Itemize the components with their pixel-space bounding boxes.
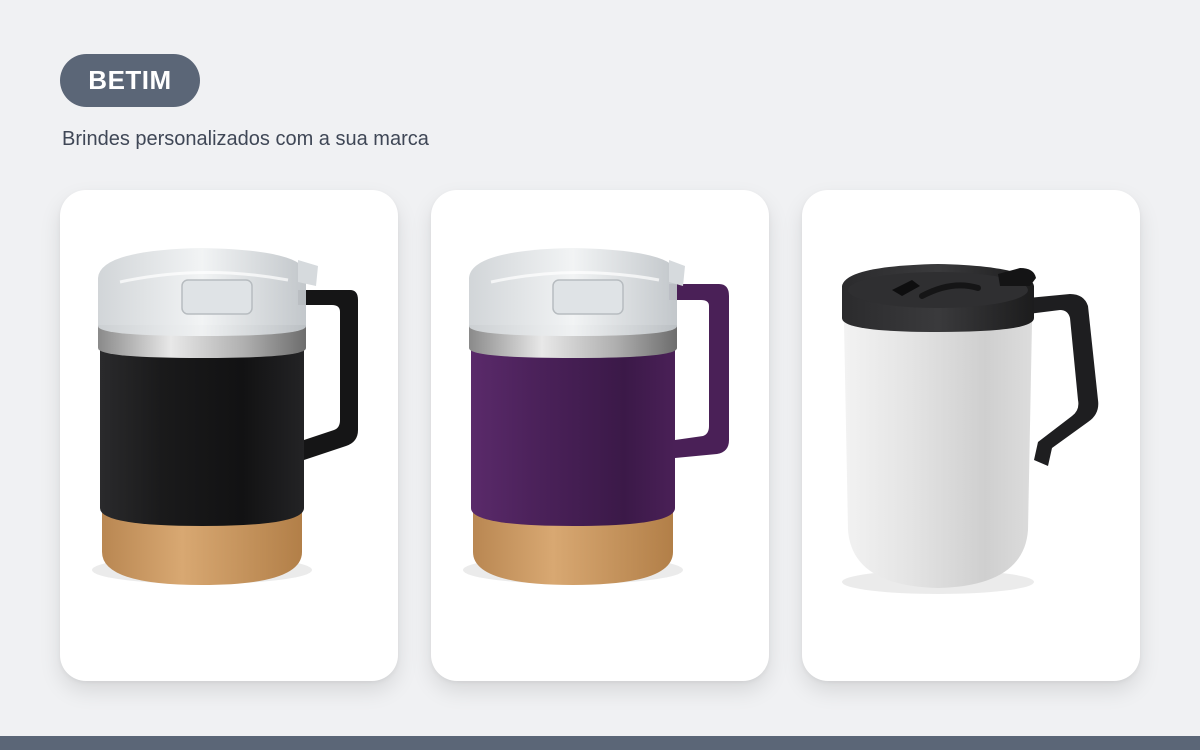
product-gallery [60, 190, 1140, 681]
black-mug-image [92, 248, 358, 585]
product-card-white-mug[interactable] [802, 190, 1140, 681]
footer-bar [0, 736, 1200, 750]
brand-badge: BETIM [60, 54, 200, 107]
product-card-black-mug[interactable] [60, 190, 398, 681]
purple-mug-image [463, 248, 729, 585]
white-mug-image [842, 264, 1099, 594]
product-card-purple-mug[interactable] [431, 190, 769, 681]
page-subtitle: Brindes personalizados com a sua marca [62, 128, 429, 150]
